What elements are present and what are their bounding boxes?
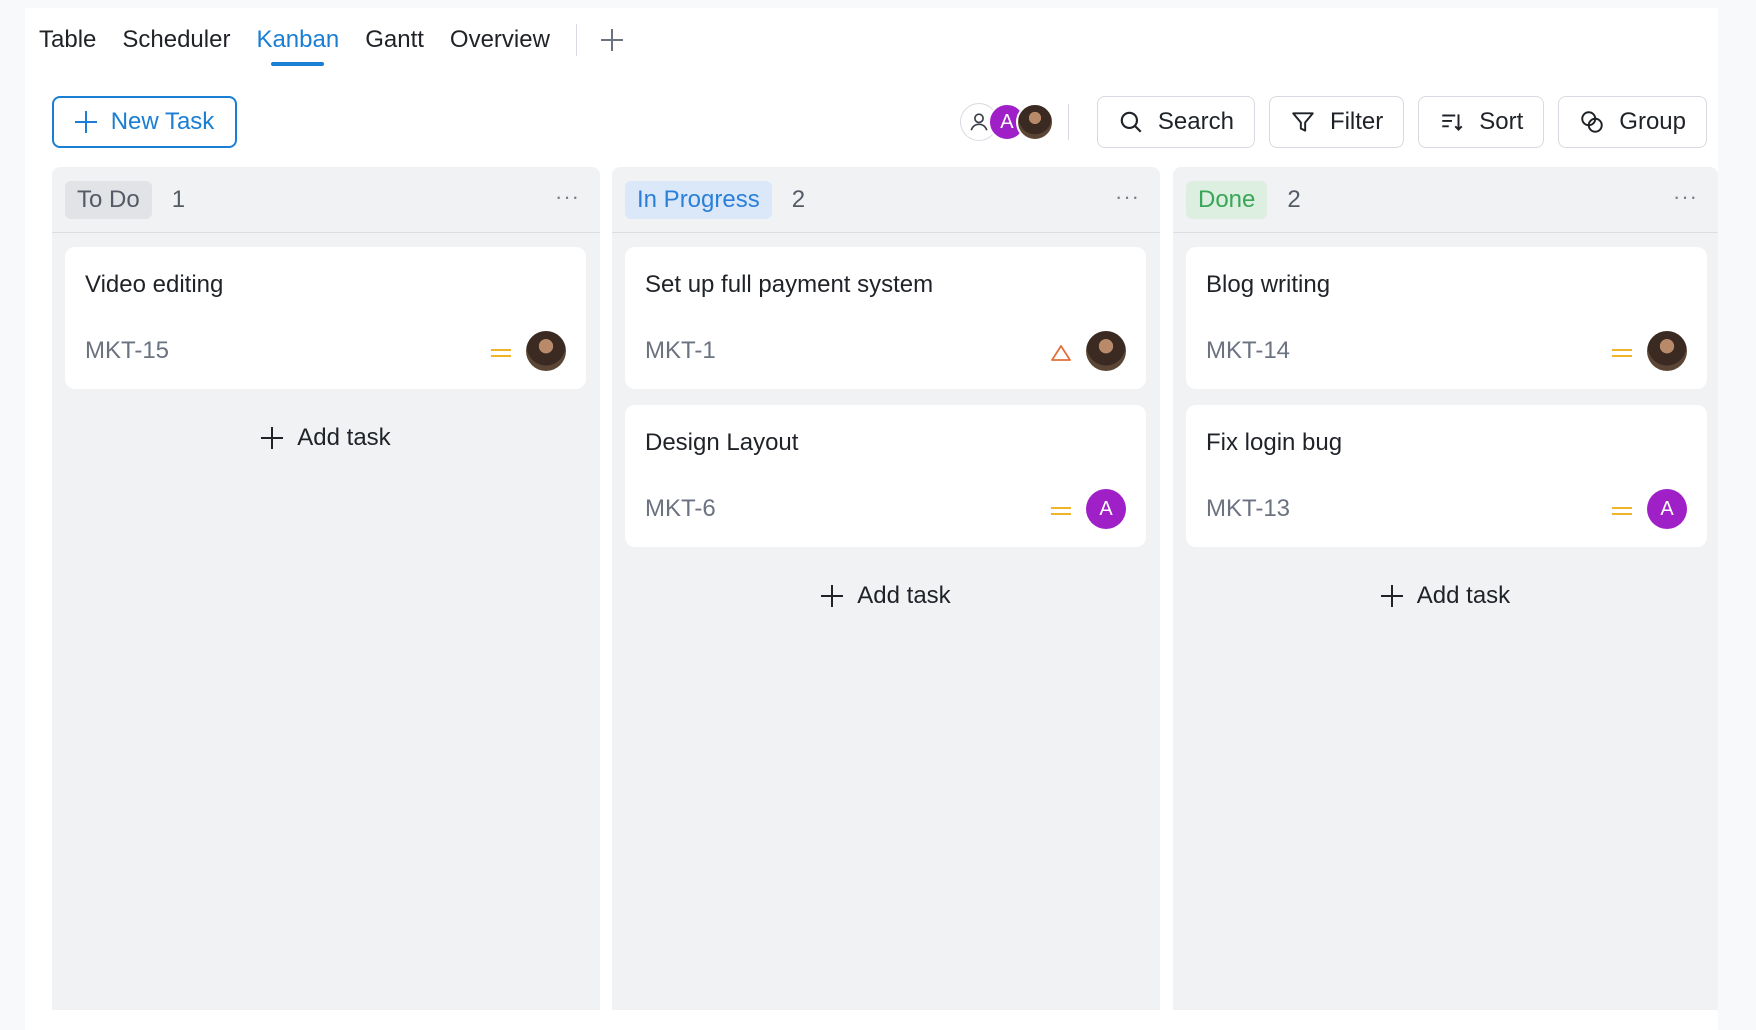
status-badge: To Do: [65, 180, 152, 219]
tab-table[interactable]: Table: [39, 8, 96, 72]
column-count: 1: [171, 185, 186, 213]
add-task-button[interactable]: Add task: [1173, 576, 1718, 616]
tab-divider: [575, 24, 577, 56]
add-task-button[interactable]: Add task: [52, 418, 600, 458]
more-options-icon[interactable]: ···: [1673, 186, 1698, 208]
toolbar-divider: [1067, 104, 1069, 140]
assignee-avatar[interactable]: [526, 331, 566, 371]
status-badge: In Progress: [625, 180, 772, 219]
card-key: MKT-6: [645, 495, 716, 522]
tab-gantt[interactable]: Gantt: [365, 8, 424, 72]
assignee-avatar[interactable]: [1086, 331, 1126, 371]
card-title: Fix login bug: [1206, 429, 1343, 456]
sort-icon: [1442, 114, 1463, 131]
priority-medium-icon: [1612, 349, 1632, 357]
plus-icon: [261, 427, 284, 449]
task-card[interactable]: Design Layout MKT-6 A: [625, 405, 1146, 547]
assignee-avatar[interactable]: [1647, 331, 1687, 371]
kanban-board: To Do 1 ··· Video editing MKT-15 Add tas…: [52, 167, 1718, 1030]
add-task-button[interactable]: Add task: [612, 576, 1160, 616]
group-icon: [1581, 111, 1604, 133]
filter-label: Filter: [1329, 108, 1384, 135]
new-task-button[interactable]: New Task: [52, 96, 237, 148]
status-badge: Done: [1186, 180, 1268, 219]
plus-icon: [74, 111, 97, 133]
tab-overview[interactable]: Overview: [450, 8, 550, 72]
card-key: MKT-1: [645, 337, 716, 364]
search-button[interactable]: Search: [1096, 96, 1255, 148]
view-tabs: Table Scheduler Kanban Gantt Overview: [25, 8, 1718, 72]
column-in-progress: In Progress 2 ··· Set up full payment sy…: [612, 167, 1160, 1010]
card-key: MKT-14: [1206, 337, 1291, 364]
column-header: Done 2 ···: [1173, 167, 1718, 233]
plus-icon: [1380, 585, 1403, 607]
filter-button[interactable]: Filter: [1268, 96, 1405, 148]
kanban-app: Table Scheduler Kanban Gantt Overview Ne…: [25, 8, 1718, 1030]
search-label: Search: [1157, 108, 1234, 135]
assignee-avatar[interactable]: A: [1647, 489, 1687, 529]
group-button[interactable]: Group: [1558, 96, 1707, 148]
toolbar-actions: A Search Filter Sort Group: [959, 96, 1707, 148]
tab-kanban[interactable]: Kanban: [256, 8, 339, 72]
task-card[interactable]: Fix login bug MKT-13 A: [1186, 405, 1707, 547]
group-label: Group: [1619, 108, 1686, 135]
priority-medium-icon: [1051, 507, 1071, 515]
card-title: Video editing: [85, 271, 224, 298]
toolbar: New Task A Search Filter Sort Group: [52, 96, 1707, 148]
add-task-label: Add task: [297, 424, 391, 451]
column-todo: To Do 1 ··· Video editing MKT-15 Add tas…: [52, 167, 600, 1010]
priority-high-icon: [1051, 345, 1071, 361]
task-card[interactable]: Video editing MKT-15: [65, 247, 586, 389]
column-header: In Progress 2 ···: [612, 167, 1160, 233]
card-key: MKT-15: [85, 337, 170, 364]
assignee-avatar[interactable]: A: [1086, 489, 1126, 529]
add-task-label: Add task: [857, 582, 951, 609]
card-title: Design Layout: [645, 429, 799, 456]
card-title: Set up full payment system: [645, 271, 934, 298]
column-count: 2: [791, 185, 806, 213]
member-avatars[interactable]: A: [959, 103, 1054, 141]
column-done: Done 2 ··· Blog writing MKT-14 Fix login…: [1173, 167, 1718, 1010]
add-view-icon[interactable]: [597, 25, 627, 55]
sort-label: Sort: [1479, 108, 1524, 135]
search-icon: [1120, 111, 1142, 133]
more-options-icon[interactable]: ···: [555, 186, 580, 208]
plus-icon: [821, 585, 844, 607]
tab-scheduler[interactable]: Scheduler: [122, 8, 230, 72]
filter-icon: [1292, 112, 1314, 132]
task-card[interactable]: Set up full payment system MKT-1: [625, 247, 1146, 389]
column-count: 2: [1287, 185, 1301, 213]
more-options-icon[interactable]: ···: [1115, 186, 1140, 208]
avatar-photo[interactable]: [1015, 103, 1054, 141]
priority-medium-icon: [1612, 507, 1632, 515]
sort-button[interactable]: Sort: [1418, 96, 1545, 148]
card-key: MKT-13: [1206, 495, 1291, 522]
add-task-label: Add task: [1416, 582, 1511, 609]
card-title: Blog writing: [1206, 271, 1331, 298]
new-task-label: New Task: [110, 108, 215, 135]
task-card[interactable]: Blog writing MKT-14: [1186, 247, 1707, 389]
column-header: To Do 1 ···: [52, 167, 600, 233]
priority-medium-icon: [491, 349, 511, 357]
